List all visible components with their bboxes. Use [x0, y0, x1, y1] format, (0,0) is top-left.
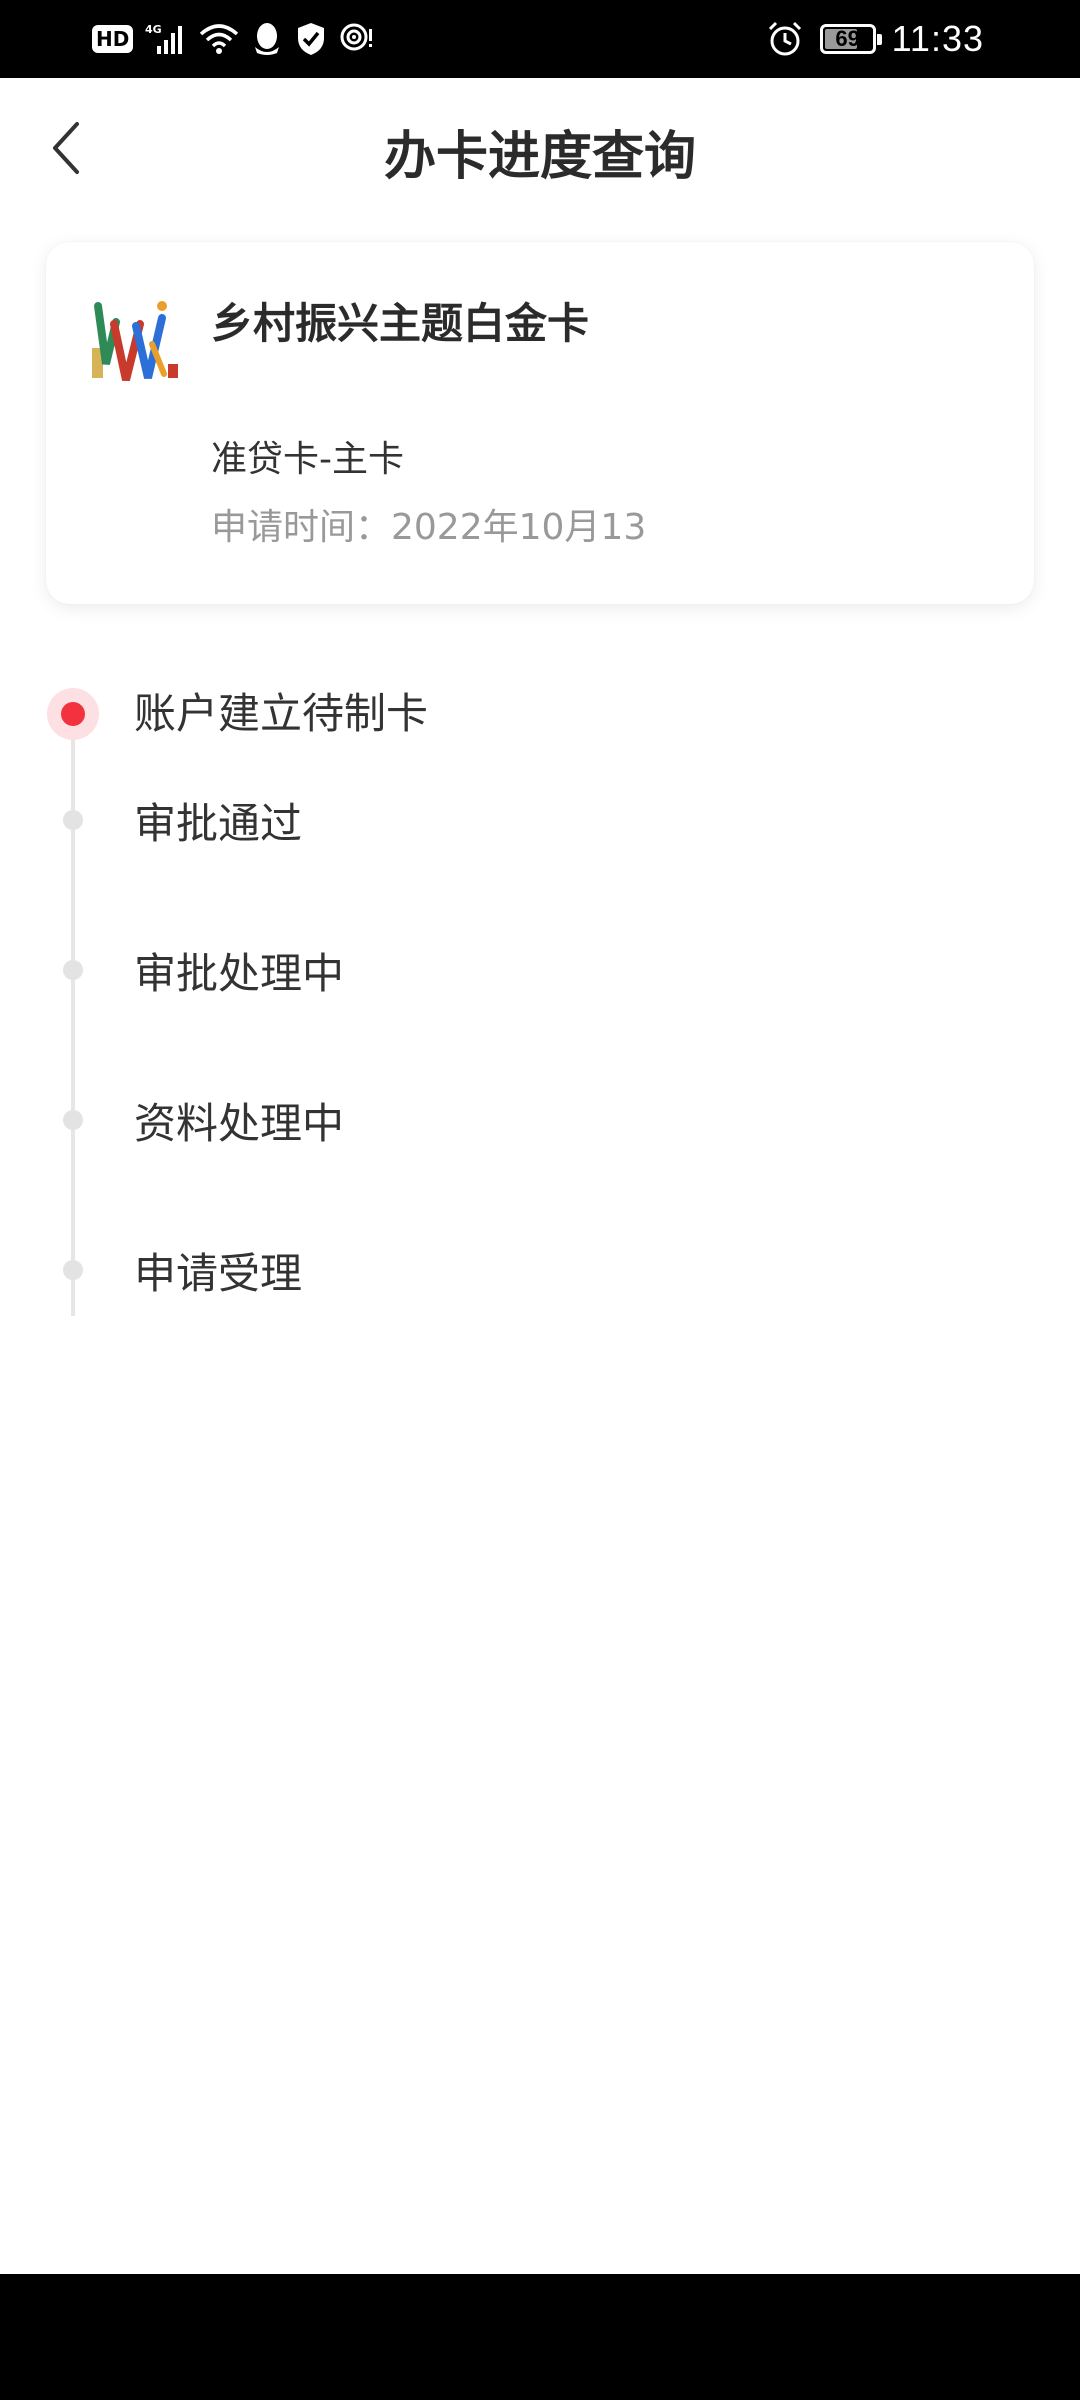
hotspot-icon: [339, 21, 375, 57]
qq-icon: [251, 21, 283, 57]
clock-time: 11:33: [891, 18, 984, 59]
status-bar-left: HD 4G: [92, 18, 375, 60]
timeline-dot: [63, 1110, 83, 1130]
card-image: [92, 294, 182, 388]
timeline-step-label: 审批通过: [134, 799, 303, 848]
signal-icon: 4G: [145, 22, 187, 56]
status-bar: HD 4G 69 11:33: [0, 0, 1080, 78]
application-date: 申请时间：2022年10月13: [211, 507, 647, 548]
system-navigation-bar: [0, 2274, 1080, 2400]
timeline-dot-active-core: [61, 702, 85, 726]
card-info-panel[interactable]: 乡村振兴主题白金卡 准贷卡-主卡 申请时间：2022年10月13: [46, 242, 1034, 604]
battery-tip: [876, 34, 882, 45]
status-bar-right: 69 11:33: [766, 18, 984, 60]
timeline-step-label: 资料处理中: [134, 1099, 345, 1148]
progress-timeline: 账户建立待制卡 审批通过 审批处理中 资料处理中 申请受理: [0, 660, 1080, 1380]
timeline-dot: [63, 810, 83, 830]
timeline-dot: [63, 1260, 83, 1280]
timeline-dot: [63, 960, 83, 980]
timeline-step-label: 账户建立待制卡: [134, 689, 429, 738]
card-name: 乡村振兴主题白金卡: [211, 299, 590, 348]
timeline-step: 申请受理: [0, 1249, 1080, 1340]
timeline-step: 账户建立待制卡: [0, 660, 1080, 740]
timeline-step-label: 申请受理: [134, 1249, 303, 1298]
wifi-icon: [199, 22, 239, 56]
battery-icon: 69: [819, 24, 882, 54]
timeline-step: 资料处理中: [0, 1099, 1080, 1190]
nav-bar: 办卡进度查询: [0, 78, 1080, 214]
page-title: 办卡进度查询: [383, 127, 696, 187]
network-type-label: 4G: [145, 23, 162, 36]
hd-badge: HD: [92, 25, 134, 53]
timeline-step-label: 审批处理中: [134, 949, 345, 998]
timeline-dot-active: [47, 688, 99, 740]
timeline-step: 审批处理中: [0, 949, 1080, 1040]
alarm-icon: [766, 20, 804, 58]
timeline-step: 审批通过: [0, 799, 1080, 890]
card-type: 准贷卡-主卡: [211, 439, 404, 480]
battery-level: 69: [835, 26, 860, 51]
shield-icon: [295, 21, 327, 57]
